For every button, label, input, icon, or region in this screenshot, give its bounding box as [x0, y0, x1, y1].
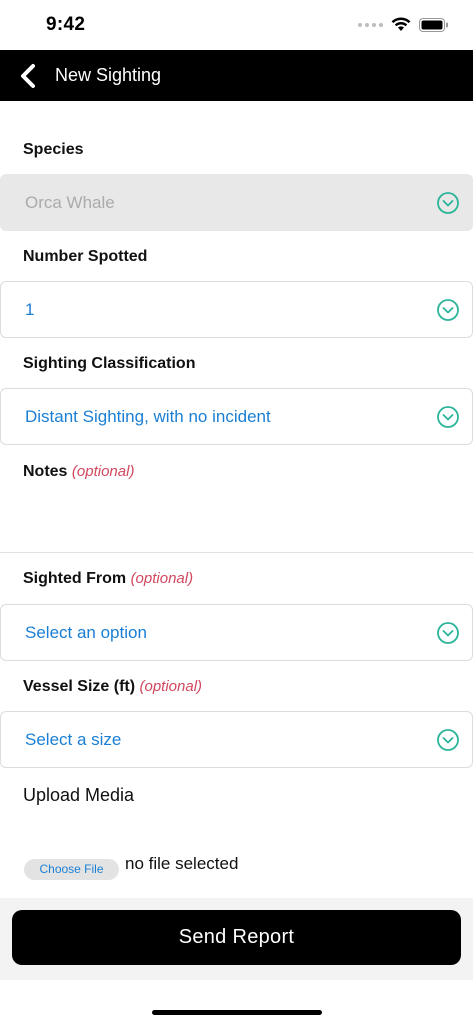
vessel-size-placeholder: Select a size [25, 730, 122, 749]
species-label: Species [23, 141, 84, 158]
status-bar: 9:42 [0, 0, 473, 50]
choose-file-button[interactable]: Choose File [24, 859, 119, 880]
species-value: Orca Whale [25, 193, 115, 212]
status-time: 9:42 [46, 14, 86, 35]
upload-media-label: Upload Media [23, 785, 135, 805]
sighted-from-placeholder: Select an option [25, 623, 147, 642]
sighted-from-select[interactable]: Select an option [0, 604, 473, 661]
status-icons [358, 17, 449, 32]
number-spotted-value: 1 [25, 300, 35, 319]
page-title: New Sighting [55, 65, 162, 85]
classification-label: Sighting Classification [23, 355, 196, 372]
sighted-from-optional-tag: (optional) [130, 570, 194, 587]
vessel-size-select[interactable]: Select a size [0, 711, 473, 768]
chevron-down-icon [437, 622, 459, 644]
file-status-text: no file selected [125, 854, 239, 873]
back-chevron-icon [21, 64, 35, 88]
home-indicator [152, 1010, 322, 1015]
classification-value: Distant Sighting, with no incident [25, 407, 271, 426]
chevron-down-icon [437, 192, 459, 214]
vessel-size-label: Vessel Size (ft) (optional) [23, 678, 202, 696]
battery-icon [419, 17, 448, 32]
notes-textarea[interactable] [0, 488, 473, 553]
notes-optional-tag: (optional) [71, 463, 135, 480]
sighted-from-label-text: Sighted From [23, 570, 127, 587]
number-spotted-select[interactable]: 1 [0, 281, 473, 338]
nav-bar: New Sighting [0, 50, 473, 101]
vessel-size-label-text: Vessel Size (ft) [23, 678, 136, 695]
species-select[interactable]: Orca Whale [0, 174, 473, 231]
sighted-from-label: Sighted From (optional) [23, 570, 193, 588]
back-button[interactable] [14, 62, 42, 90]
signal-icon [358, 18, 383, 32]
classification-select[interactable]: Distant Sighting, with no incident [0, 388, 473, 445]
wifi-icon [391, 17, 411, 31]
notes-label: Notes (optional) [23, 463, 134, 481]
chevron-down-icon [437, 729, 459, 751]
send-report-button[interactable]: Send Report [12, 910, 461, 965]
vessel-size-optional-tag: (optional) [139, 678, 203, 695]
chevron-down-icon [437, 299, 459, 321]
number-spotted-label: Number Spotted [23, 248, 148, 265]
chevron-down-icon [437, 406, 459, 428]
notes-label-text: Notes [23, 463, 68, 480]
